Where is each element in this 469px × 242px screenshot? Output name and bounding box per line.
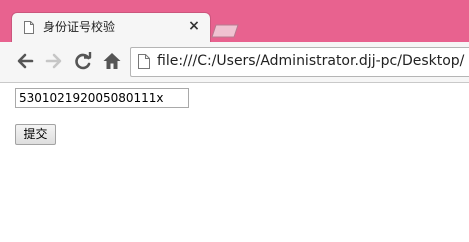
document-icon [24,21,34,34]
reload-icon[interactable] [73,51,93,71]
browser-toolbar: file:///C:/Users/Administrator.djj-pc/De… [0,42,469,83]
back-arrow-icon[interactable] [15,51,35,71]
home-icon[interactable] [102,51,122,71]
forward-arrow-icon[interactable] [44,51,64,71]
submit-button[interactable]: 提交 [15,124,56,145]
tab-title: 身份证号校验 [43,20,116,34]
tab-strip: 身份证号校验 × [0,0,469,42]
address-bar[interactable]: file:///C:/Users/Administrator.djj-pc/De… [130,47,469,77]
id-number-input[interactable] [15,88,189,108]
new-tab-button[interactable] [210,24,240,38]
address-url[interactable]: file:///C:/Users/Administrator.djj-pc/De… [157,52,464,70]
page-icon [138,54,150,69]
close-icon[interactable]: × [187,18,201,34]
page-content: 提交 [0,83,469,242]
browser-tab[interactable]: 身份证号校验 × [12,13,210,42]
